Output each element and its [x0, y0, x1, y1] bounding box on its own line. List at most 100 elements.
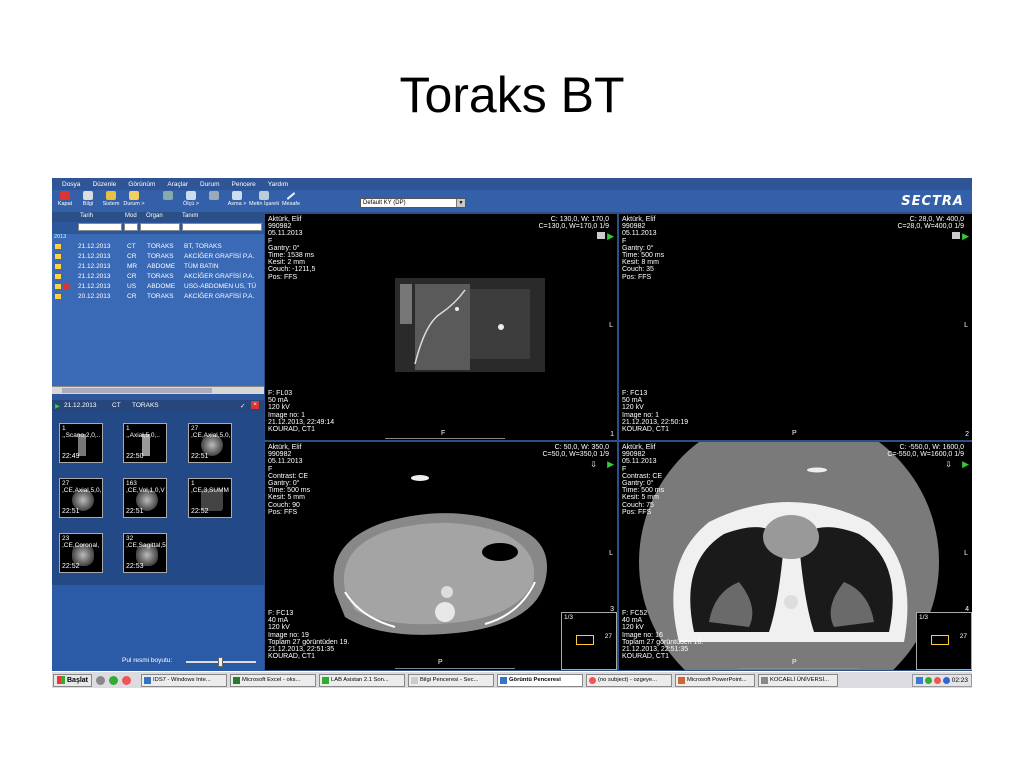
- close-icon[interactable]: ×: [251, 401, 259, 409]
- stack-navigator[interactable]: 1/3 27: [916, 612, 972, 670]
- col-organ[interactable]: Organ: [146, 213, 163, 219]
- exam-row[interactable]: 21.12.2013 US ABDOME USG-ABDOMEN US, TÜ: [52, 282, 264, 292]
- preset-select[interactable]: Default KY (DP) ▼: [360, 198, 466, 208]
- exam-row[interactable]: 21.12.2013 MR ABDOME TÜM BATIN: [52, 262, 264, 272]
- mod-filter-input[interactable]: [124, 223, 138, 231]
- menu-yardim[interactable]: Yardım: [268, 181, 288, 188]
- menu-pencere[interactable]: Pencere: [232, 181, 256, 188]
- menu-dosya[interactable]: Dosya: [62, 181, 80, 188]
- pen-icon: [286, 192, 296, 200]
- menu-duzenle[interactable]: Düzenle: [92, 181, 116, 188]
- hang-button[interactable]: Asma >: [227, 190, 247, 207]
- info-icon: [83, 191, 93, 200]
- exam-row[interactable]: 21.12.2013 CR TORAKS AKCİĞER GRAFİSİ P.A.: [52, 272, 264, 282]
- layout-button[interactable]: [204, 190, 224, 201]
- quicklaunch-icon[interactable]: [109, 675, 119, 685]
- play-icon[interactable]: ▶: [607, 459, 614, 470]
- viewport-lung-window[interactable]: Aktürk, Elif 990982 05.11.2013 F Contras…: [619, 442, 972, 670]
- play-icon[interactable]: ▶: [55, 402, 60, 410]
- taskbar-item[interactable]: (no subject) - ozgeye...: [586, 673, 673, 687]
- status-button[interactable]: Durum >: [123, 190, 145, 207]
- orientation-marker-bottom: P: [792, 659, 797, 666]
- series-thumbnail[interactable]: 23 ,CE,Coronal, 22:52: [59, 533, 103, 573]
- tray-icon[interactable]: [942, 676, 950, 684]
- pacs-application-window: Dosya Düzenle Görünüm Araçlar Durum Penc…: [52, 178, 972, 688]
- col-desc[interactable]: Tanım: [182, 213, 198, 219]
- acquisition-overlay: F: FL03 50 mA 120 kV Image no: 1 21.12.2…: [268, 390, 335, 434]
- toolbar: Kapat Bilgi Sistem Durum > Ölçü > Asma >…: [52, 190, 972, 212]
- system-button[interactable]: Sistem: [101, 190, 121, 207]
- chevron-down-icon[interactable]: ▼: [456, 199, 465, 207]
- text-mark-button[interactable]: Metin İşareti: [249, 190, 279, 207]
- menu-gorunum[interactable]: Görünüm: [128, 181, 155, 188]
- scrollbar-thumb[interactable]: [62, 388, 212, 393]
- taskbar-item[interactable]: KOCAELİ ÜNİVERSİ...: [758, 673, 839, 687]
- series-header: ▶ 21.12.2013 CT TORAKS ✓ ×: [52, 400, 264, 411]
- taskbar-item[interactable]: Microsoft PowerPoint...: [675, 673, 756, 687]
- play-icon[interactable]: ▶: [962, 231, 969, 242]
- link-icon[interactable]: ⇩: [590, 460, 597, 469]
- series-thumbnail[interactable]: 1 ,CE,3,SUMM 22:52: [188, 478, 232, 518]
- col-date[interactable]: Tarih: [80, 213, 93, 219]
- measure-button[interactable]: Ölçü >: [181, 190, 201, 207]
- patient-info-overlay: Aktürk, Elif 990982 05.11.2013 F Contras…: [268, 444, 311, 516]
- series-thumbnail[interactable]: 163 ,CE,Vol,1,0,V 22:51: [123, 478, 167, 518]
- quicklaunch-icon[interactable]: [96, 675, 106, 685]
- slider-knob[interactable]: [218, 657, 223, 667]
- series-thumbnail[interactable]: 32 ,CE,Sagittal,5 22:53: [123, 533, 167, 573]
- menu-durum[interactable]: Durum: [200, 181, 220, 188]
- orientation-marker-bottom: P: [438, 659, 443, 666]
- chrome-icon: [589, 676, 597, 684]
- stack-count: 27: [604, 633, 612, 640]
- exam-row[interactable]: 20.12.2013 CR TORAKS AKCİĞER GRAFİSİ P.A.: [52, 292, 264, 302]
- organ-filter-input[interactable]: [140, 223, 180, 231]
- play-icon[interactable]: ▶: [607, 231, 614, 242]
- viewport-scout[interactable]: Aktürk, Elif 990982 05.11.2013 F Gantry:…: [265, 214, 617, 440]
- series-thumbnail[interactable]: 27 ,CE,Axial,5,0, 22:51: [188, 423, 232, 463]
- series-thumbnail[interactable]: 1 ,,Scano,2,0,.. 22:49: [59, 423, 103, 463]
- viewport-2[interactable]: Aktürk, Elif 990982 05.11.2013 F Gantry:…: [619, 214, 972, 440]
- taskbar-item-active[interactable]: Görüntü Penceresi: [497, 673, 584, 687]
- tray-icon[interactable]: [933, 676, 941, 684]
- series-thumbnail[interactable]: 1 ,,Axial,5,0,.. 22:50: [123, 423, 167, 463]
- patient-info-overlay: Aktürk, Elif 990982 05.11.2013 F Contras…: [622, 444, 665, 516]
- horizontal-scrollbar[interactable]: [52, 386, 264, 394]
- taskbar-item[interactable]: Microsoft Excel - oks...: [230, 673, 317, 687]
- status-icon: [129, 191, 139, 200]
- back-button[interactable]: [158, 190, 178, 201]
- exam-row[interactable]: 21.12.2013 CT TORAKS BT, TORAKS: [52, 242, 264, 252]
- tray-icon[interactable]: [915, 676, 923, 684]
- series-thumbnail[interactable]: 27 ,CE,Axial,5,0, 22:51: [59, 478, 103, 518]
- viewport-abdomen-axial[interactable]: Aktürk, Elif 990982 05.11.2013 F Contras…: [265, 442, 617, 670]
- taskbar-item[interactable]: IDS7 - Windows Inte...: [141, 673, 228, 687]
- tray-icon[interactable]: [924, 676, 932, 684]
- window-icon: [500, 676, 508, 684]
- info-button[interactable]: Bilgi: [78, 190, 98, 207]
- link-icon[interactable]: ⇩: [945, 460, 952, 469]
- folder-icon: [55, 274, 61, 279]
- us-icon: [63, 284, 69, 289]
- check-icon[interactable]: ✓: [240, 402, 245, 410]
- orientation-marker-bottom: P: [792, 430, 797, 437]
- taskbar-item[interactable]: Bilgi Penceresi - Sec...: [408, 673, 495, 687]
- stack-navigator[interactable]: 1/3 27: [561, 612, 617, 670]
- menu-araclar[interactable]: Araçlar: [167, 181, 188, 188]
- window-level-overlay: C: 130,0, W: 170,0 C=130,0, W=170,0 1/9: [538, 216, 609, 231]
- close-button[interactable]: Kapat: [55, 190, 75, 207]
- exam-row[interactable]: 21.12.2013 CR TORAKS AKCİĞER GRAFİSİ P.A.: [52, 252, 264, 262]
- window-level-overlay: C: 28,0, W: 400,0 C=28,0, W=400,0 1/9: [897, 216, 964, 231]
- taskbar-item[interactable]: LAB Asistan 2.1 Son...: [319, 673, 406, 687]
- distance-button[interactable]: Mesafe: [281, 190, 301, 207]
- play-icon[interactable]: ▶: [962, 459, 969, 470]
- series-thumbnails: 1 ,,Scano,2,0,.. 22:49 1 ,,Axial,5,0,.. 22:5…: [52, 411, 264, 585]
- camera-icon[interactable]: [952, 232, 960, 239]
- desc-filter-input[interactable]: [182, 223, 262, 231]
- start-button[interactable]: Başlat: [53, 673, 93, 687]
- camera-icon[interactable]: [597, 232, 605, 239]
- exam-list-header: Tarih Mod Organ Tanım: [52, 212, 264, 222]
- app-icon: [322, 676, 330, 684]
- excel-icon: [233, 676, 241, 684]
- chrome-icon[interactable]: [122, 675, 132, 685]
- col-mod[interactable]: Mod: [125, 213, 137, 219]
- date-filter-input[interactable]: [78, 223, 122, 231]
